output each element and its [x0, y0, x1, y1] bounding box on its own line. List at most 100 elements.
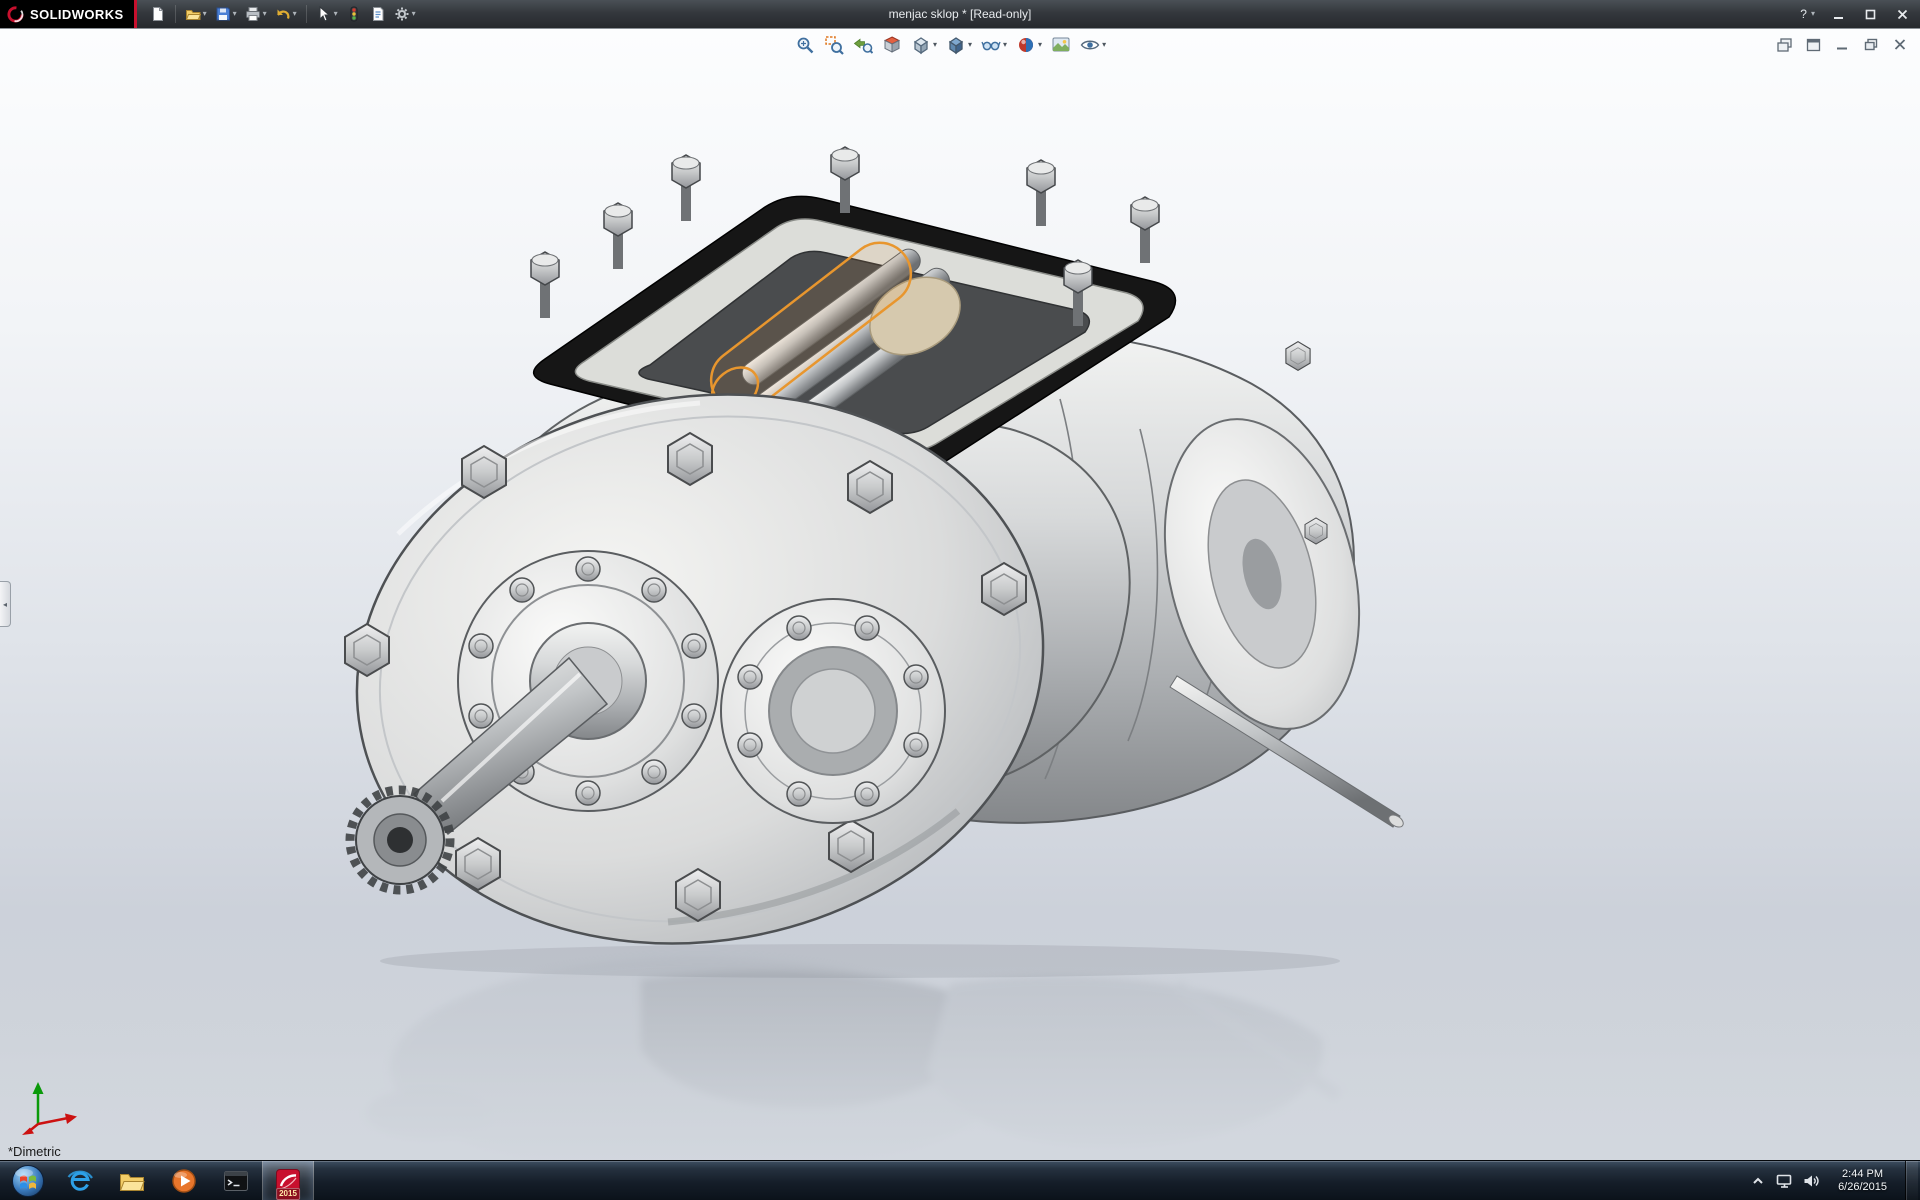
zoom-to-area-icon — [824, 35, 844, 55]
folder-icon — [118, 1167, 146, 1195]
select-button[interactable]: ▾ — [313, 3, 341, 25]
internet-explorer-icon — [66, 1167, 94, 1195]
taskbar-item-solidworks-2015[interactable]: 2015 — [262, 1161, 314, 1200]
minimize-icon — [1835, 38, 1849, 51]
clock-date: 6/26/2015 — [1838, 1181, 1887, 1194]
chevron-down-icon: ▾ — [1038, 41, 1042, 49]
bearing-boss-secondary[interactable] — [721, 599, 945, 823]
view-orientation-cube-icon — [911, 35, 931, 55]
titlebar: SOLIDWORKS ▾ ▾ — [0, 0, 1920, 28]
new-window-icon — [1806, 38, 1821, 52]
options-gear-icon — [394, 6, 410, 22]
chevron-down-icon: ▾ — [933, 41, 937, 49]
dassault-swirl-icon — [7, 6, 24, 23]
apply-scene-button[interactable] — [1049, 34, 1073, 56]
save-button[interactable]: ▾ — [212, 3, 240, 25]
gearbox-model[interactable] — [313, 147, 1405, 997]
system-tray: 2:44 PM 6/26/2015 — [1750, 1161, 1920, 1200]
previous-view-icon — [853, 35, 873, 55]
taskbar-item-file-explorer[interactable] — [106, 1161, 158, 1200]
logo-accent — [134, 0, 137, 28]
start-button[interactable] — [2, 1161, 54, 1200]
chevron-down-icon: ▾ — [1102, 41, 1106, 49]
new-document-icon — [150, 6, 166, 22]
quick-access-toolbar: ▾ ▾ ▾ ▾ — [147, 3, 419, 25]
view-settings-eye-icon — [1080, 35, 1100, 55]
chevron-down-icon: ▾ — [233, 10, 237, 18]
zoom-to-fit-button[interactable] — [793, 34, 817, 56]
new-window-button[interactable] — [1803, 37, 1823, 52]
print-icon — [245, 6, 261, 22]
taskbar: 2015 2:44 PM 6/26/2015 — [0, 1160, 1920, 1200]
view-orientation-button[interactable]: ▾ — [909, 34, 939, 56]
edit-appearance-button[interactable]: ▾ — [1014, 34, 1044, 56]
show-desktop-button[interactable] — [1905, 1161, 1918, 1200]
maximize-icon — [1865, 9, 1876, 20]
file-properties-icon — [370, 6, 386, 22]
solidworks-version-badge: 2015 — [276, 1188, 300, 1200]
solidworks-logo[interactable]: SOLIDWORKS — [0, 0, 134, 28]
undo-button[interactable]: ▾ — [272, 3, 300, 25]
hide-show-items-button[interactable]: ▾ — [979, 34, 1009, 56]
previous-view-button[interactable] — [851, 34, 875, 56]
close-icon — [1893, 38, 1907, 51]
minimize-icon — [1833, 9, 1844, 20]
display-style-button[interactable]: ▾ — [944, 34, 974, 56]
select-cursor-icon — [316, 6, 332, 22]
spline-end[interactable] — [350, 790, 450, 890]
windows-start-orb-icon — [11, 1164, 45, 1198]
document-window-controls — [1774, 37, 1910, 52]
chevron-down-icon: ▾ — [412, 10, 416, 18]
restore-document-button[interactable] — [1861, 37, 1881, 52]
open-button[interactable]: ▾ — [182, 3, 210, 25]
toolbar-separator — [306, 5, 307, 23]
taskbar-item-media-player[interactable] — [158, 1161, 210, 1200]
restore-icon — [1864, 38, 1878, 51]
apply-scene-icon — [1051, 35, 1071, 55]
help-button[interactable]: ? ▾ — [1795, 7, 1820, 21]
collapsed-panel-tab[interactable]: ◂ — [0, 581, 11, 627]
rebuild-icon — [346, 6, 362, 22]
close-document-button[interactable] — [1890, 37, 1910, 52]
chevron-down-icon: ▾ — [263, 10, 267, 18]
print-button[interactable]: ▾ — [242, 3, 270, 25]
gearbox-model-canvas[interactable] — [0, 29, 1920, 1160]
view-orientation-label: *Dimetric — [8, 1144, 61, 1159]
media-player-icon — [170, 1167, 198, 1195]
graphics-viewport[interactable]: ▾ ▾ ▾ ▾ — [0, 28, 1920, 1160]
cascade-windows-icon — [1777, 38, 1792, 52]
minimize-button[interactable] — [1824, 5, 1852, 24]
chevron-down-icon: ▾ — [293, 10, 297, 18]
close-button[interactable] — [1888, 5, 1916, 24]
undo-icon — [275, 6, 291, 22]
maximize-button[interactable] — [1856, 5, 1884, 24]
taskbar-clock[interactable]: 2:44 PM 6/26/2015 — [1830, 1168, 1895, 1194]
taskbar-item-command-prompt[interactable] — [210, 1161, 262, 1200]
clock-time: 2:44 PM — [1838, 1168, 1887, 1181]
reflection-fade — [0, 964, 1920, 1160]
options-button[interactable]: ▾ — [391, 3, 419, 25]
zoom-to-area-button[interactable] — [822, 34, 846, 56]
network-icon[interactable] — [1776, 1173, 1793, 1189]
section-view-button[interactable] — [880, 34, 904, 56]
open-folder-icon — [185, 6, 201, 22]
chevron-down-icon: ▾ — [1811, 10, 1815, 18]
volume-icon[interactable] — [1803, 1173, 1820, 1189]
hide-show-glasses-icon — [981, 35, 1001, 55]
taskbar-item-internet-explorer[interactable] — [54, 1161, 106, 1200]
toolbar-separator — [175, 5, 176, 23]
file-properties-button[interactable] — [367, 3, 389, 25]
show-hidden-icons-button[interactable] — [1750, 1173, 1766, 1189]
heads-up-view-toolbar: ▾ ▾ ▾ ▾ — [793, 34, 1108, 56]
save-icon — [215, 6, 231, 22]
minimize-document-button[interactable] — [1832, 37, 1852, 52]
command-prompt-icon — [222, 1167, 250, 1195]
chevron-down-icon: ▾ — [203, 10, 207, 18]
display-style-icon — [946, 35, 966, 55]
chevron-down-icon: ▾ — [1003, 41, 1007, 49]
rebuild-button[interactable] — [343, 3, 365, 25]
view-settings-button[interactable]: ▾ — [1078, 34, 1108, 56]
new-document-button[interactable] — [147, 3, 169, 25]
cascade-windows-button[interactable] — [1774, 37, 1794, 52]
zoom-to-fit-icon — [795, 35, 815, 55]
